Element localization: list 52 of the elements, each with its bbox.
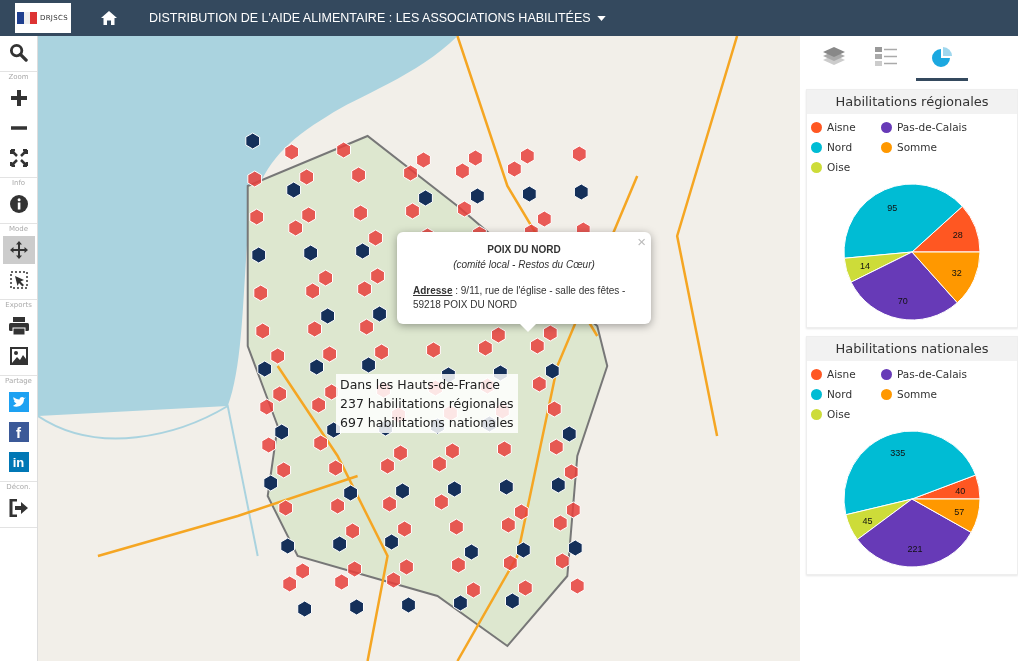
- legend-label: Nord: [827, 141, 853, 153]
- pan-tool-button[interactable]: [2, 236, 35, 264]
- legend-label: Aisne: [827, 121, 856, 133]
- search-icon: [9, 42, 28, 62]
- flag-icon: [17, 12, 37, 24]
- slice-value-label: 70: [897, 296, 908, 307]
- minus-icon: [9, 126, 28, 130]
- chart-title: Habilitations nationales: [807, 337, 1017, 361]
- popup-subtitle: (comité local - Restos du Cœur): [452, 259, 596, 270]
- legend-label: Oise: [827, 408, 851, 420]
- pie-chart-icon: [931, 46, 953, 68]
- legend-label: Somme: [897, 141, 937, 153]
- summary-line: Dans les Hauts-de-France: [340, 376, 501, 394]
- slice-value-label: 45: [862, 515, 873, 526]
- legend-label: Pas-de-Calais: [897, 121, 967, 133]
- slice-value-label: 32: [951, 268, 962, 278]
- app-title[interactable]: DISTRIBUTION DE L'AIDE ALIMENTAIRE : LES ASSOCIATIONS HABILITÉES: [149, 11, 591, 25]
- legend-label: Aisne: [827, 368, 856, 380]
- legend-label: Nord: [827, 388, 853, 400]
- popup-title: POIX DU NORD: [486, 244, 562, 255]
- slice-value-label: 335: [890, 448, 906, 459]
- linkedin-tool-button[interactable]: in: [2, 448, 35, 476]
- layers-icon: [823, 47, 845, 67]
- slice-value-label: 95: [887, 203, 898, 214]
- f-logo-icon: f: [8, 422, 29, 442]
- address-text: Adresse : 9/11, rue de l'église - salle des fêtes - 59218 POIX DU NORD: [413, 284, 627, 312]
- bird-icon: [8, 392, 29, 412]
- selection-cursor-icon: [9, 271, 28, 289]
- in-logo-icon: in: [8, 452, 29, 472]
- logout-icon: [8, 499, 29, 517]
- legend-label: Pas-de-Calais: [897, 368, 967, 380]
- slice-value-label: 221: [907, 543, 923, 554]
- slice-value-label: 28: [952, 230, 963, 241]
- home-icon[interactable]: [101, 11, 117, 25]
- legend-label: Oise: [827, 161, 851, 173]
- plus-icon: [9, 89, 28, 107]
- caret-icon[interactable]: [596, 15, 606, 21]
- picture-icon: [9, 347, 28, 365]
- slice-value-label: 57: [954, 507, 965, 518]
- slice-value-label: 40: [955, 486, 966, 497]
- legend-label: Somme: [897, 388, 937, 400]
- facebook-tool-button[interactable]: f: [2, 418, 35, 446]
- move-arrows-icon: [8, 240, 29, 260]
- summary-line: 697 habilitations nationales: [340, 414, 514, 432]
- slice-value-label: 14: [859, 261, 870, 272]
- list-icon: [875, 47, 897, 67]
- printer-icon: [8, 317, 29, 335]
- info-icon: [9, 195, 28, 213]
- chart-title: Habilitations régionales: [807, 90, 1017, 114]
- summary-line: 237 habilitations régionales: [340, 395, 514, 413]
- expand-arrows-icon: [9, 149, 28, 167]
- map-drawing[interactable]: [38, 36, 800, 661]
